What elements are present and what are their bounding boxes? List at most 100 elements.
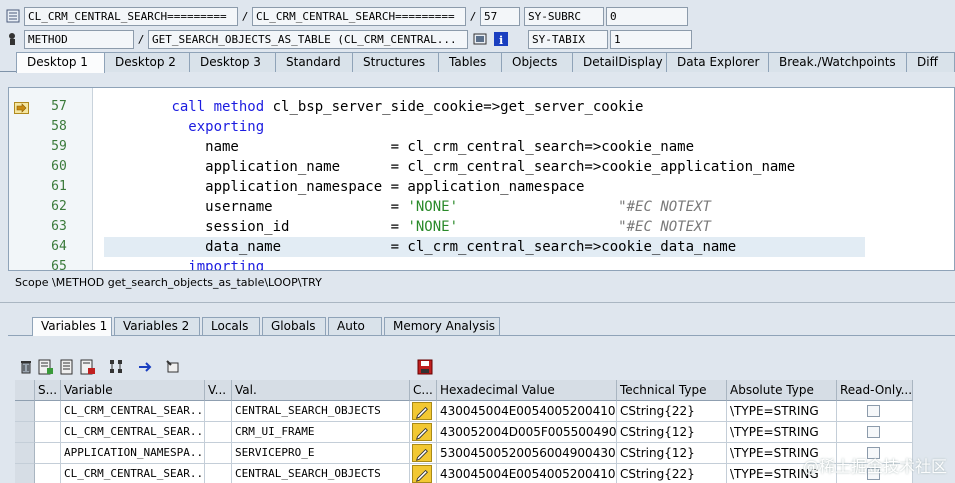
- cell-empty: [35, 443, 61, 464]
- tab-desktop-2[interactable]: Desktop 2: [104, 52, 190, 72]
- line-field[interactable]: 57: [480, 6, 520, 26]
- edit-pencil-icon[interactable]: [412, 444, 432, 462]
- edit-pencil-icon[interactable]: [412, 402, 432, 420]
- col-header-value[interactable]: Val.: [232, 380, 410, 401]
- code-text: call method cl_bsp_server_side_cookie=>g…: [104, 97, 643, 117]
- cell-read-only[interactable]: [837, 401, 913, 422]
- cell-value[interactable]: CENTRAL_SEARCH_OBJECTS: [232, 401, 410, 422]
- tab-tables[interactable]: Tables: [438, 52, 502, 72]
- tab-detail-display[interactable]: DetailDisplay: [572, 52, 667, 72]
- splitter[interactable]: [0, 302, 955, 303]
- comment: "#EC NOTEXT: [618, 199, 711, 215]
- insert-row-icon[interactable]: [38, 359, 54, 375]
- cell-hex: 430045004E00540052004100...: [437, 464, 617, 483]
- tab-objects[interactable]: Objects: [501, 52, 573, 72]
- tab-breakpoints[interactable]: Break./Watchpoints: [768, 52, 907, 72]
- find-icon[interactable]: [165, 359, 181, 375]
- tab-memory-analysis[interactable]: Memory Analysis: [384, 317, 500, 335]
- source-code-panel[interactable]: 57 call method cl_bsp_server_side_cookie…: [8, 87, 955, 271]
- code-line[interactable]: 60 application_name = cl_crm_central_sea…: [9, 157, 954, 177]
- line-number: 62: [51, 199, 67, 214]
- tab-auto[interactable]: Auto: [328, 317, 382, 335]
- sy-tabix-value[interactable]: 1: [610, 29, 692, 49]
- tab-desktop-1[interactable]: Desktop 1: [16, 52, 105, 73]
- tab-globals[interactable]: Globals: [262, 317, 326, 335]
- cell-empty: [35, 401, 61, 422]
- cell-variable: CL_CRM_CENTRAL_SEAR...: [61, 422, 205, 443]
- cell-value[interactable]: SERVICEPRO_E: [232, 443, 410, 464]
- edit-pencil-icon[interactable]: [412, 423, 432, 441]
- code-line[interactable]: 59 name = cl_crm_central_search=>cookie_…: [9, 137, 954, 157]
- row-selector[interactable]: [15, 422, 35, 443]
- col-header-status[interactable]: S...: [35, 380, 61, 401]
- tree-icon[interactable]: [108, 359, 124, 375]
- col-header-technical-type[interactable]: Technical Type: [617, 380, 727, 401]
- delete-row-icon[interactable]: [80, 359, 96, 375]
- row-selector[interactable]: [15, 443, 35, 464]
- code-text: importing: [104, 257, 264, 270]
- tab-structures[interactable]: Structures: [352, 52, 439, 72]
- col-header-hex[interactable]: Hexadecimal Value: [437, 380, 617, 401]
- sy-subrc-value[interactable]: 0: [606, 6, 688, 26]
- read-only-checkbox[interactable]: [867, 426, 880, 438]
- include-field[interactable]: CL_CRM_CENTRAL_SEARCH=========: [252, 6, 466, 26]
- cell-value[interactable]: CENTRAL_SEARCH_OBJECTS: [232, 464, 410, 483]
- navigate-icon[interactable]: [137, 359, 153, 375]
- code-token: session_id =: [104, 219, 408, 235]
- tab-locals[interactable]: Locals: [202, 317, 260, 335]
- keyword: exporting: [188, 119, 265, 135]
- edit-pencil-icon[interactable]: [412, 465, 432, 483]
- line-number: 64: [51, 239, 67, 254]
- tab-variables-2[interactable]: Variables 2: [114, 317, 200, 335]
- select-all-header[interactable]: [15, 380, 35, 401]
- copy-row-icon[interactable]: [60, 359, 76, 375]
- code-line[interactable]: 63 session_id = 'NONE' "#EC NOTEXT: [9, 217, 954, 237]
- tab-standard[interactable]: Standard: [275, 52, 353, 72]
- desktop-tab-bar: Desktop 1 Desktop 2 Desktop 3 Standard S…: [0, 52, 955, 73]
- col-header-change[interactable]: C...: [410, 380, 437, 401]
- tab-desktop-3[interactable]: Desktop 3: [189, 52, 276, 72]
- tab-variables-1[interactable]: Variables 1: [32, 317, 112, 336]
- line-number: 63: [51, 219, 67, 234]
- code-line[interactable]: 57 call method cl_bsp_server_side_cookie…: [9, 97, 954, 117]
- code-line[interactable]: 64 data_name = cl_crm_central_search=>co…: [9, 237, 954, 257]
- svg-text:i: i: [499, 34, 503, 46]
- sy-subrc-label: SY-SUBRC: [524, 6, 604, 26]
- keyword: call method: [171, 99, 265, 115]
- read-only-checkbox[interactable]: [867, 405, 880, 417]
- col-header-read-only[interactable]: Read-Only...: [837, 380, 913, 401]
- program-field[interactable]: CL_CRM_CENTRAL_SEARCH=========: [24, 6, 238, 26]
- save-icon[interactable]: [417, 359, 433, 375]
- code-line[interactable]: 65 importing: [9, 257, 954, 270]
- display-icon[interactable]: [472, 31, 488, 47]
- code-line[interactable]: 61 application_namespace = application_n…: [9, 177, 954, 197]
- delete-icon[interactable]: [18, 359, 34, 375]
- cell-variable: CL_CRM_CENTRAL_SEAR...: [61, 401, 205, 422]
- code-token: username =: [104, 199, 408, 215]
- cell-change[interactable]: [410, 401, 437, 422]
- code-line[interactable]: 62 username = 'NONE' "#EC NOTEXT: [9, 197, 954, 217]
- code-line[interactable]: 58 exporting: [9, 117, 954, 137]
- cell-technical-type: CString{22}: [617, 401, 727, 422]
- event-field[interactable]: GET_SEARCH_OBJECTS_AS_TABLE (CL_CRM_CENT…: [148, 29, 468, 49]
- tab-data-explorer[interactable]: Data Explorer: [666, 52, 769, 72]
- row-selector[interactable]: [15, 401, 35, 422]
- cell-change[interactable]: [410, 422, 437, 443]
- cell-read-only[interactable]: [837, 422, 913, 443]
- event-type-field[interactable]: METHOD: [24, 29, 134, 49]
- cell-change[interactable]: [410, 443, 437, 464]
- cell-change[interactable]: [410, 464, 437, 483]
- col-header-variable[interactable]: Variable: [61, 380, 205, 401]
- tab-diff[interactable]: Diff: [906, 52, 955, 72]
- info-icon[interactable]: i: [493, 31, 509, 47]
- line-number: 57: [51, 99, 67, 114]
- program-icon: [5, 8, 21, 24]
- row-selector[interactable]: [15, 464, 35, 483]
- string-literal: 'NONE': [407, 219, 459, 235]
- col-header-absolute-type[interactable]: Absolute Type: [727, 380, 837, 401]
- cell-value[interactable]: CRM_UI_FRAME: [232, 422, 410, 443]
- col-header-v[interactable]: V...: [205, 380, 232, 401]
- info-row-event: METHOD / GET_SEARCH_OBJECTS_AS_TABLE (CL…: [0, 29, 692, 49]
